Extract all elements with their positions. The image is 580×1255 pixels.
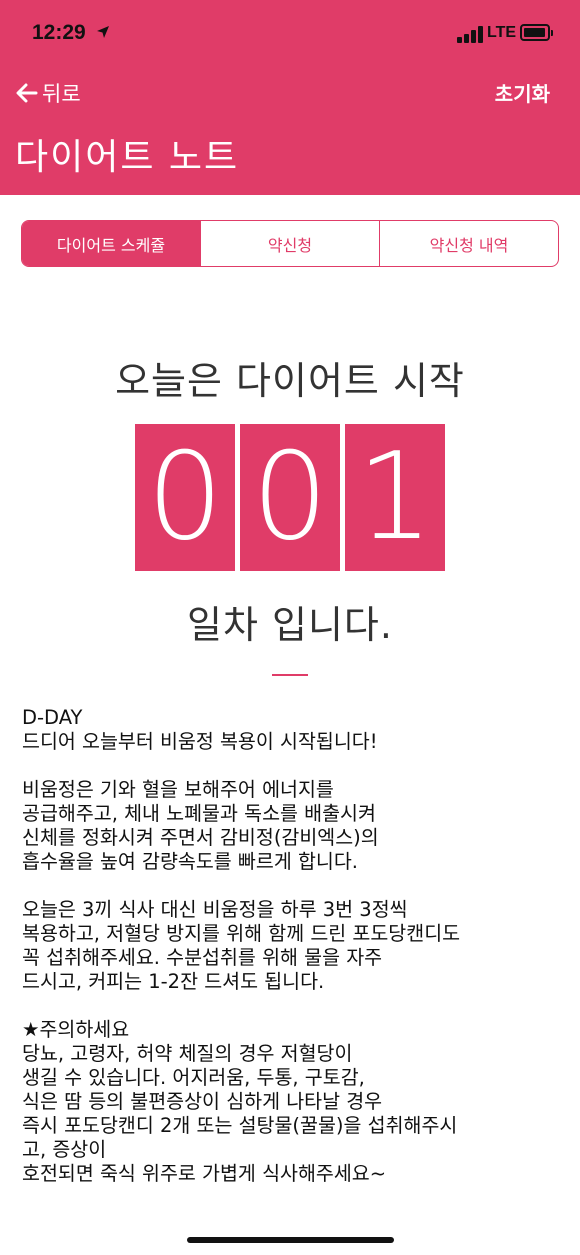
tab-request-history[interactable]: 약신청 내역 (379, 221, 558, 266)
notes-paragraph: 오늘은 3끼 식사 대신 비움정을 하루 3번 3정씩 복용하고, 저혈당 방지… (22, 898, 461, 993)
diet-notes: D-DAY 드디어 오늘부터 비움정 복용이 시작됩니다! 비움정은 기와 혈을… (22, 706, 562, 1186)
battery-icon (520, 24, 553, 41)
reset-button[interactable]: 초기화 (495, 78, 550, 107)
caution-title: ★주의하세요 (22, 1018, 130, 1041)
location-arrow-icon (97, 26, 109, 38)
segment-tabs: 다이어트 스케쥴 약신청 약신청 내역 (21, 220, 559, 267)
day-digit: 0 (240, 424, 340, 571)
divider (272, 674, 308, 676)
day-digit: 1 (345, 424, 445, 571)
status-time: 12:29 (32, 21, 86, 44)
page-title: 다이어트 노트 (15, 137, 240, 178)
back-button[interactable]: 뒤로 (16, 76, 81, 110)
diet-start-headline: 오늘은 다이어트 시작 (115, 359, 465, 403)
app-header: 12:29 LTE 뒤로 초기화 다이어트 노트 (0, 0, 580, 195)
day-suffix: 일차 입니다. (187, 603, 393, 647)
caution-text: 당뇨, 고령자, 허약 체질의 경우 저혈당이 생길 수 있습니다. 어지러움,… (22, 1042, 458, 1185)
status-bar: 12:29 LTE (0, 0, 580, 70)
day-title: D-DAY (22, 706, 83, 729)
arrow-left-icon (16, 83, 38, 103)
tab-medicine-request[interactable]: 약신청 (200, 221, 379, 266)
signal-bars-icon (457, 25, 485, 43)
day-digit: 0 (135, 424, 235, 571)
back-label: 뒤로 (42, 82, 81, 106)
intro-text: 드디어 오늘부터 비움정 복용이 시작됩니다! (22, 730, 378, 753)
tab-diet-schedule[interactable]: 다이어트 스케쥴 (22, 221, 200, 266)
notes-paragraph: 비움정은 기와 혈을 보해주어 에너지를 공급해주고, 체내 노폐물과 독소를 … (22, 778, 379, 873)
network-type: LTE (487, 24, 517, 41)
home-indicator[interactable] (187, 1237, 394, 1243)
day-counter: 0 0 1 (135, 424, 445, 571)
